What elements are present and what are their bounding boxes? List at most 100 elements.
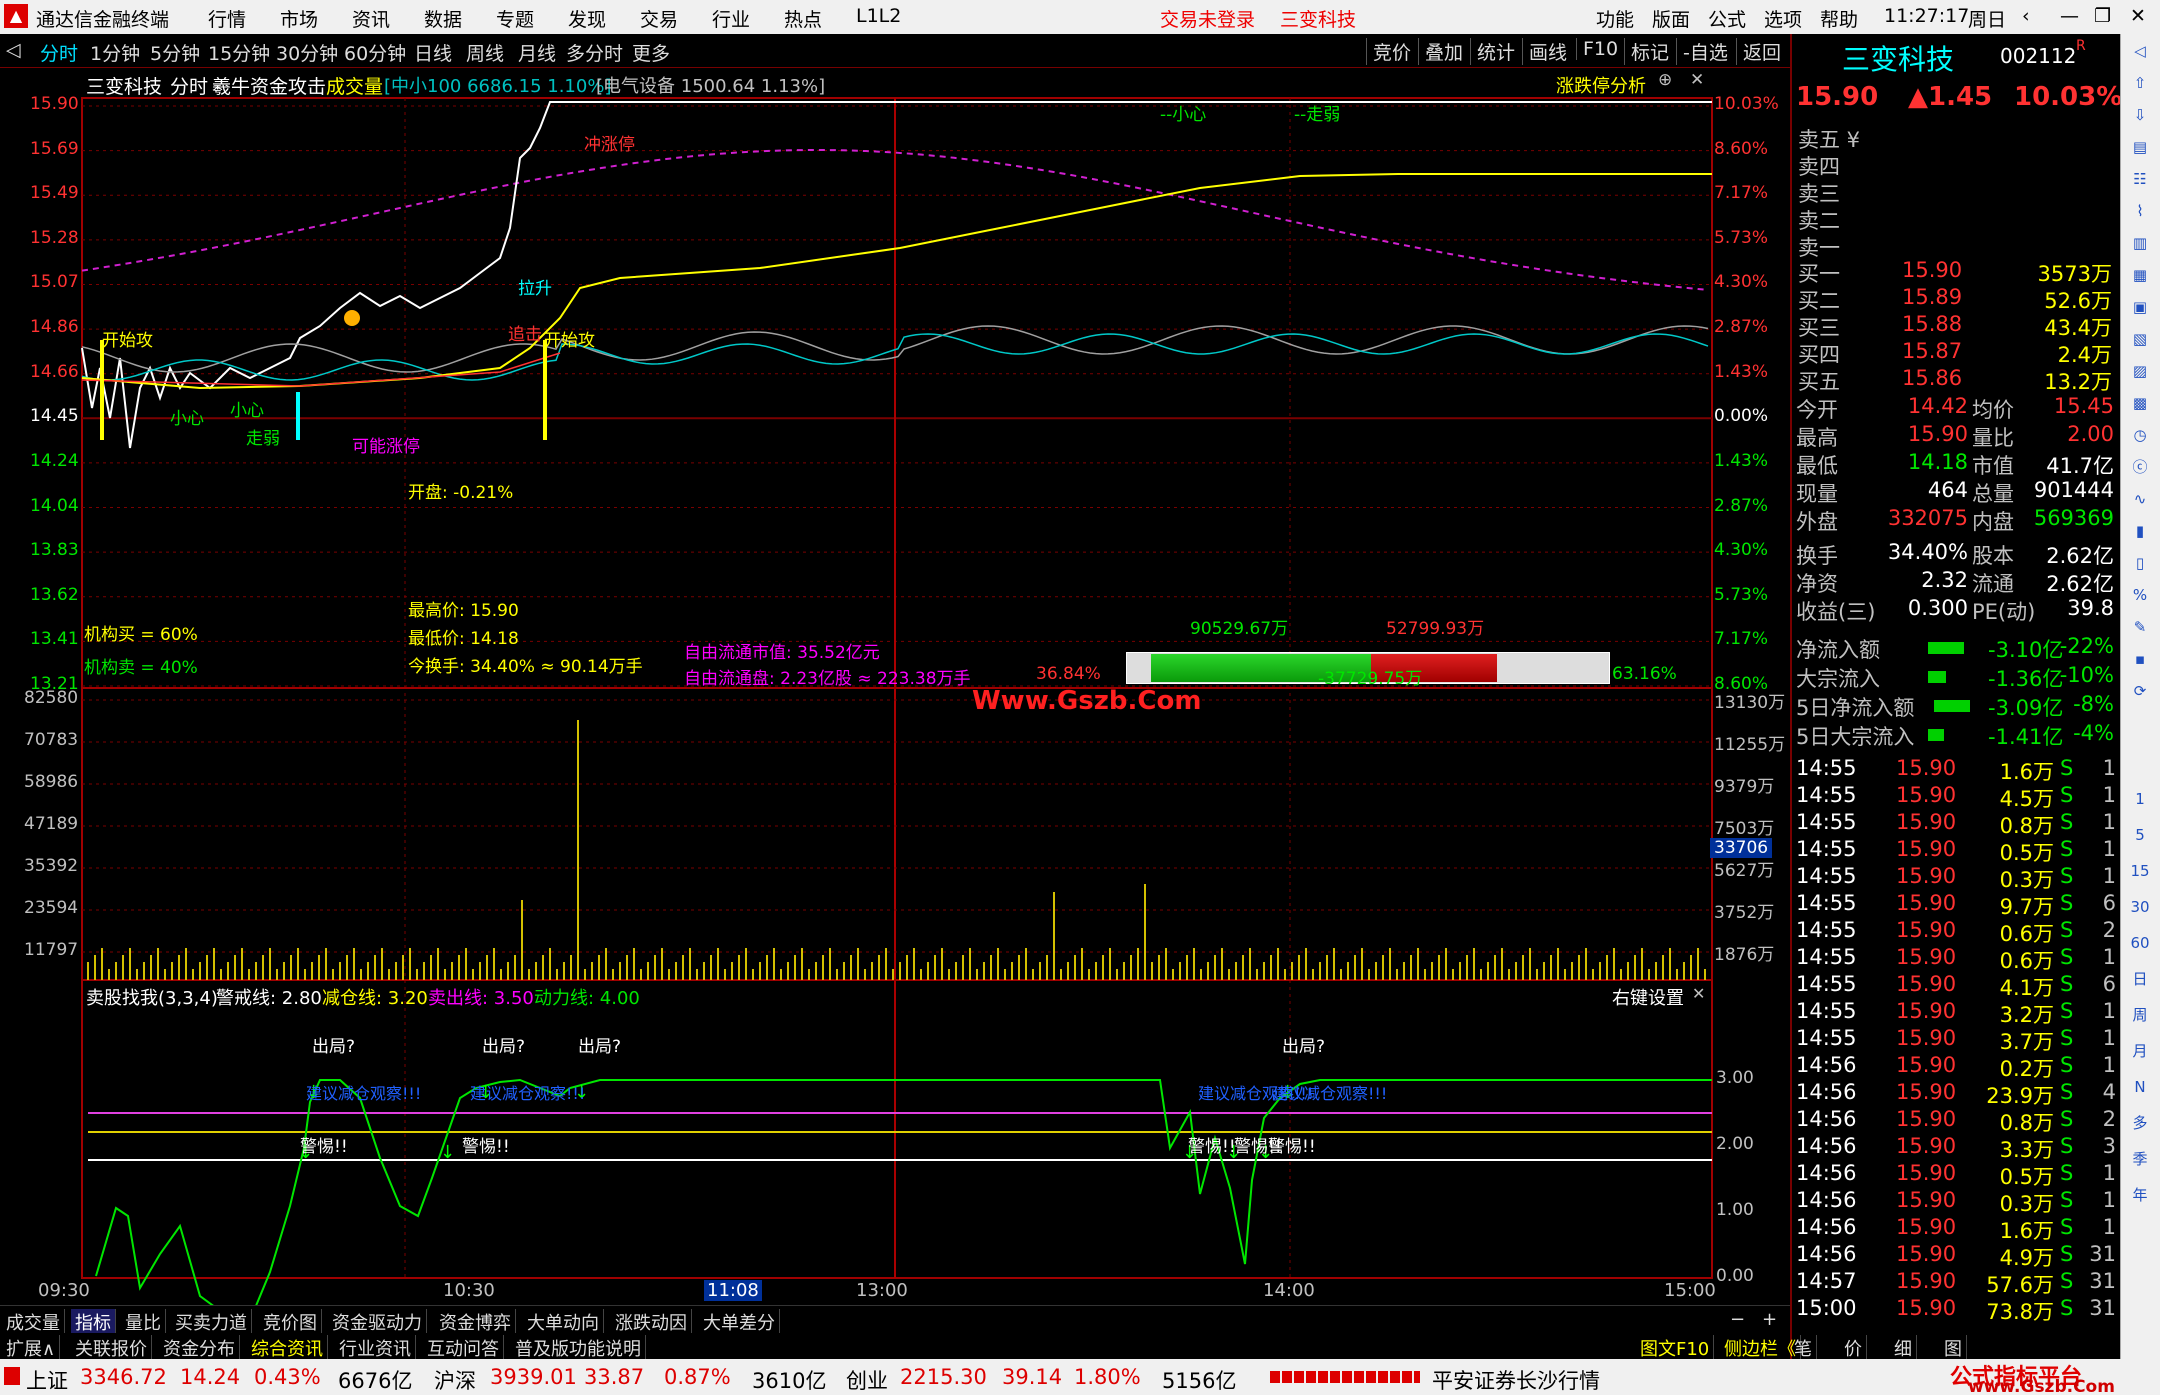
tool-biaoji[interactable]: 标记 [1624,38,1669,65]
sidebar-up-icon[interactable]: ⇧ [2127,70,2153,96]
ext-tab-4[interactable]: 行业资讯 [335,1335,416,1361]
bid-row[interactable]: 买二 15.89 52.6万 [1792,285,2122,313]
menu-hangye[interactable]: 行业 [712,5,750,32]
menu-shichang[interactable]: 市场 [280,5,318,32]
sidebar-doc-icon[interactable]: ▦ [2127,262,2153,288]
tool-huaxian[interactable]: 画线 [1522,38,1567,65]
bid-row[interactable]: 买一 15.90 3573万 [1792,258,2122,286]
menu-faxian[interactable]: 发现 [568,5,606,32]
ext-right-0[interactable]: 图文F10 [1636,1335,1715,1361]
tab-3[interactable]: 买卖力道 [171,1309,252,1335]
ext-right-3[interactable]: 价 [1840,1335,1867,1361]
menu-zixun[interactable]: 资讯 [352,5,390,32]
ext-tab-5[interactable]: 互动问答 [423,1335,504,1361]
sidebar-period-4[interactable]: 60 [2127,930,2153,956]
ext-right-2[interactable]: 笔 [1790,1335,1817,1361]
ext-right-4[interactable]: 细 [1890,1335,1917,1361]
sidebar-period-2[interactable]: 15 [2127,858,2153,884]
sub-close-icon[interactable]: ✕ [1692,984,1705,1003]
period-fenshi[interactable]: 分时 [40,39,78,66]
menu-zhuanti[interactable]: 专题 [496,5,534,32]
tab-9[interactable]: 大单差分 [699,1309,780,1335]
menu-shuju[interactable]: 数据 [424,5,462,32]
tab-8[interactable]: 涨跌动因 [611,1309,692,1335]
minimize-icon[interactable]: — [2060,5,2079,27]
sh-name[interactable]: 上证 [26,1365,68,1395]
login-status[interactable]: 交易未登录 [1160,5,1255,32]
tabs-minus-icon[interactable]: − [1726,1309,1749,1330]
sidebar-f-icon[interactable]: ▤ [2127,134,2153,160]
back-icon[interactable]: ‹ [2022,5,2030,27]
sidebar-period-5[interactable]: 日 [2127,966,2153,992]
period-day[interactable]: 日线 [414,39,452,66]
menu-bangzhu[interactable]: 帮助 [1820,5,1858,32]
sidebar-period-0[interactable]: 1 [2127,786,2153,812]
close-icon[interactable]: ✕ [2130,5,2146,27]
tool-diejia[interactable]: 叠加 [1418,38,1463,65]
tabs-plus-icon[interactable]: + [1758,1309,1781,1330]
menu-redian[interactable]: 热点 [784,5,822,32]
chart-close-icon[interactable]: ✕ [1690,70,1704,90]
sidebar-collapse-icon[interactable]: ◁ [2127,38,2153,64]
ext-tab-0[interactable]: 扩展∧ [2,1335,61,1361]
period-week[interactable]: 周线 [466,39,504,66]
sidebar-period-9[interactable]: 多 [2127,1110,2153,1136]
sidebar-chart-icon[interactable]: ⌇ [2127,198,2153,224]
menu-gongshi[interactable]: 公式 [1708,5,1746,32]
sidebar-kline-icon[interactable]: ▥ [2127,230,2153,256]
menu-gongneng[interactable]: 功能 [1596,5,1634,32]
ext-right-1[interactable]: 侧边栏《 [1720,1335,1801,1361]
sidebar-f2-icon[interactable]: ▩ [2127,390,2153,416]
sidebar-bars-icon[interactable]: ▮ [2127,518,2153,544]
menu-l1l2[interactable]: L1L2 [856,5,901,27]
chart-settings-icon[interactable]: ⊕ [1658,70,1672,90]
tab-5[interactable]: 资金驱动力 [328,1309,427,1335]
period-1min[interactable]: 1分钟 [90,39,140,66]
bid-row[interactable]: 买三 15.88 43.4万 [1792,312,2122,340]
cy-name[interactable]: 创业 [846,1365,888,1395]
sidebar-bars2-icon[interactable]: ▯ [2127,550,2153,576]
sidebar-period-7[interactable]: 月 [2127,1038,2153,1064]
period-15min[interactable]: 15分钟 [208,39,270,66]
sidebar-pct-icon[interactable]: % [2127,582,2153,608]
ext-tab-6[interactable]: 普及版功能说明 [511,1335,646,1361]
tab-1[interactable]: 指标 [71,1309,116,1335]
tool-tongji[interactable]: 统计 [1470,38,1515,65]
indicator-name[interactable]: 羲牛资金攻击 [212,72,326,99]
period-5min[interactable]: 5分钟 [150,39,200,66]
sidebar-pen-icon[interactable]: ✎ [2127,614,2153,640]
tab-4[interactable]: 竞价图 [259,1309,322,1335]
sidebar-period-8[interactable]: N [2127,1074,2153,1100]
sidebar-c-icon[interactable]: ⓒ [2127,454,2153,480]
sidebar-period-6[interactable]: 周 [2127,1002,2153,1028]
tab-2[interactable]: 量比 [121,1309,166,1335]
tool-jingjia[interactable]: 竞价 [1366,38,1411,65]
sidebar-list-icon[interactable]: ☷ [2127,166,2153,192]
sidebar-grid-icon[interactable]: ▧ [2127,326,2153,352]
sidebar-cycle-icon[interactable]: ⟳ [2127,678,2153,704]
tool-fanhui[interactable]: 返回 [1736,38,1781,65]
ext-right-5[interactable]: 图 [1940,1335,1967,1361]
menu-banmian[interactable]: 版面 [1652,5,1690,32]
sidebar-period-1[interactable]: 5 [2127,822,2153,848]
period-more[interactable]: 更多 [632,39,670,66]
sidebar-period-3[interactable]: 30 [2127,894,2153,920]
bid-row[interactable]: 买五 15.86 13.2万 [1792,366,2122,394]
period-month[interactable]: 月线 [518,39,556,66]
sidebar-period-10[interactable]: 季 [2127,1146,2153,1172]
restore-icon[interactable]: ❐ [2094,5,2111,27]
menu-hangqing[interactable]: 行情 [208,5,246,32]
sidebar-wave-icon[interactable]: ∿ [2127,486,2153,512]
intraday-chart-area[interactable]: ↓ ↓ ↓ ↓ ↓ ↓ ↓ ↓ ↓ 三变科技 分时 羲牛资金攻击 成交量 [中小100 6686… [0,68,1790,1308]
sidebar-fio-icon[interactable]: ▣ [2127,294,2153,320]
period-multi[interactable]: 多分时 [566,39,623,66]
sidebar-period-11[interactable]: 年 [2127,1182,2153,1208]
sub-title[interactable]: 卖股找我(3,3,4) [86,984,218,1010]
tab-0[interactable]: 成交量 [2,1309,65,1335]
period-30min[interactable]: 30分钟 [276,39,338,66]
bid-row[interactable]: 买四 15.87 2.4万 [1792,339,2122,367]
sidebar-clock-icon[interactable]: ◷ [2127,422,2153,448]
tool-f10[interactable]: F10 [1576,38,1618,60]
sub-settings[interactable]: 右键设置 [1612,984,1684,1010]
menu-jiaoyi[interactable]: 交易 [640,5,678,32]
